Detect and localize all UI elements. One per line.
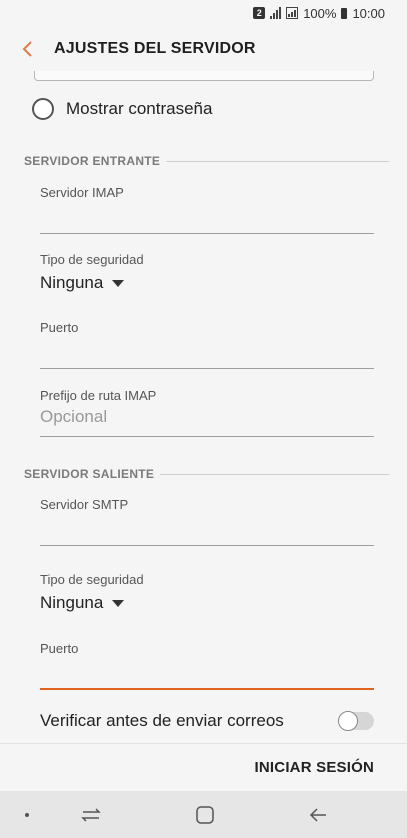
imap-prefix-input[interactable]: Opcional bbox=[40, 407, 374, 427]
login-button[interactable]: INICIAR SESIÓN bbox=[255, 759, 374, 776]
back-button[interactable] bbox=[0, 26, 56, 71]
incoming-port-field[interactable]: Puerto bbox=[40, 320, 374, 370]
section-divider bbox=[166, 160, 389, 162]
smtp-server-label: Servidor SMTP bbox=[40, 497, 129, 512]
action-bar: INICIAR SESIÓN bbox=[0, 743, 407, 791]
field-underline bbox=[40, 368, 374, 369]
incoming-security-field[interactable]: Tipo de seguridad Ninguna bbox=[40, 252, 374, 302]
show-password-label: Mostrar contraseña bbox=[66, 99, 213, 118]
outgoing-section-title: SERVIDOR SALIENTE bbox=[24, 467, 155, 481]
incoming-section-header: SERVIDOR ENTRANTE bbox=[24, 154, 389, 168]
verify-before-send-toggle[interactable] bbox=[338, 711, 374, 731]
settings-form[interactable]: Mostrar contraseña SERVIDOR ENTRANTE Ser… bbox=[0, 71, 407, 743]
imap-server-input[interactable] bbox=[40, 205, 374, 225]
sim-badge: 2 bbox=[253, 7, 266, 19]
page-title: AJUSTES DEL SERVIDOR bbox=[54, 39, 256, 57]
focused-field-underline bbox=[40, 688, 374, 690]
incoming-security-label: Tipo de seguridad bbox=[40, 252, 144, 267]
field-underline bbox=[40, 436, 374, 437]
app-bar: AJUSTES DEL SERVIDOR bbox=[0, 26, 407, 71]
home-icon[interactable] bbox=[195, 805, 215, 825]
password-field[interactable] bbox=[34, 71, 374, 81]
recent-apps-icon[interactable] bbox=[80, 805, 102, 825]
smtp-server-field[interactable]: Servidor SMTP bbox=[40, 497, 374, 547]
outgoing-port-label: Puerto bbox=[40, 641, 79, 656]
verify-before-send-row[interactable]: Verificar antes de enviar correos bbox=[40, 711, 374, 731]
outgoing-section-header: SERVIDOR SALIENTE bbox=[24, 467, 389, 481]
outgoing-security-field[interactable]: Tipo de seguridad Ninguna bbox=[40, 572, 374, 622]
signal-icon bbox=[270, 7, 282, 19]
section-divider bbox=[160, 473, 389, 475]
incoming-section-title: SERVIDOR ENTRANTE bbox=[24, 154, 161, 168]
incoming-security-value: Ninguna bbox=[40, 273, 104, 292]
smtp-server-input[interactable] bbox=[40, 517, 374, 537]
outgoing-security-value: Ninguna bbox=[40, 593, 104, 612]
imap-prefix-field[interactable]: Prefijo de ruta IMAP Opcional bbox=[40, 388, 374, 438]
nav-dot-icon[interactable] bbox=[25, 813, 29, 817]
field-underline bbox=[40, 545, 374, 546]
battery-icon bbox=[341, 7, 348, 19]
show-password-radio[interactable] bbox=[32, 98, 54, 120]
incoming-security-dropdown[interactable]: Ninguna bbox=[40, 273, 374, 293]
field-underline bbox=[40, 233, 374, 234]
toggle-knob bbox=[338, 711, 358, 731]
outgoing-port-field[interactable]: Puerto bbox=[40, 641, 374, 693]
dropdown-arrow-icon bbox=[112, 600, 125, 607]
verify-before-send-label: Verificar antes de enviar correos bbox=[40, 711, 284, 730]
status-bar: 2 100% 10:00 bbox=[0, 0, 407, 26]
show-password-option[interactable]: Mostrar contraseña bbox=[32, 98, 212, 120]
navigation-bar bbox=[0, 791, 407, 838]
back-nav-icon[interactable] bbox=[308, 805, 328, 825]
outgoing-port-input[interactable] bbox=[40, 661, 374, 681]
battery-percent: 100% bbox=[303, 5, 337, 21]
imap-server-label: Servidor IMAP bbox=[40, 185, 124, 200]
outgoing-security-dropdown[interactable]: Ninguna bbox=[40, 593, 374, 613]
signal-icon-2 bbox=[286, 7, 299, 19]
incoming-port-label: Puerto bbox=[40, 320, 79, 335]
imap-prefix-label: Prefijo de ruta IMAP bbox=[40, 388, 157, 403]
imap-server-field[interactable]: Servidor IMAP bbox=[40, 185, 374, 235]
incoming-port-input[interactable] bbox=[40, 340, 374, 360]
clock: 10:00 bbox=[352, 5, 385, 21]
back-arrow-icon bbox=[22, 40, 32, 57]
dropdown-arrow-icon bbox=[112, 280, 125, 287]
outgoing-security-label: Tipo de seguridad bbox=[40, 572, 144, 587]
